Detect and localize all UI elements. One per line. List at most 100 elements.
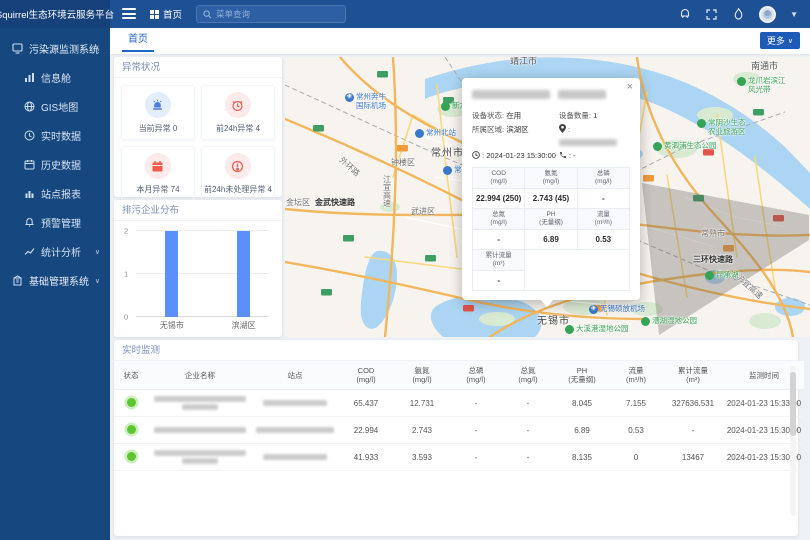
table-row[interactable]: 65.43712.731--8.0457.155327636.5312024-0… [114,390,804,417]
sidebar-label: 基础管理系统 [29,273,89,288]
bar-chart: 012 [136,231,274,317]
bar-滨湖区 [237,231,250,317]
x-tick-label: 无锡市 [160,320,184,331]
cell-value: - [502,444,554,471]
sidebar-label: 信息舱 [41,70,71,85]
status-dot [127,452,136,461]
siren-icon [145,92,171,118]
chevron-down-icon: ∨ [95,248,100,256]
search-icon [203,10,212,19]
clock-icon [472,151,480,159]
device-count: 设备数量: 1 [559,110,630,122]
stat-label: 前24h未处理异常 4 [204,184,272,195]
popup-metrics-table: COD(mg/l) 氨氮(mg/l) 总磷(mg/l) 22.994 (250)… [472,167,630,291]
sidebar-item-history-data[interactable]: 历史数据 [0,150,110,179]
monitor-time: : 2024-01-23 15:30:00 [472,150,559,162]
company-name-redacted [148,417,252,444]
sidebar-label: 统计分析 [41,244,81,259]
calendar-icon [145,153,171,179]
flame-icon[interactable] [732,8,745,21]
column-header: 站点 [252,361,338,390]
fullscreen-icon[interactable] [705,8,718,21]
stat-24h-anomaly[interactable]: 前24h异常 4 [201,85,275,140]
address-redacted: : [559,124,630,148]
bar-无锡市 [165,231,178,317]
cell-value: 22.994 [338,417,394,444]
sidebar-item-pollution-system[interactable]: 污染源监测系统 ∧ [0,34,110,63]
column-header: COD(mg/l) [338,361,394,390]
topbar: Squirrel生态环境云服务平台 首页 ▼ [0,0,810,28]
more-button[interactable]: 更多 ∨ [760,32,800,49]
menu-search[interactable] [196,5,346,23]
sidebar-label: 站点报表 [41,186,81,201]
column-header: 总磷(mg/l) [450,361,502,390]
tab-home[interactable]: 首页 [122,28,154,52]
sidebar-item-realtime-data[interactable]: 实时数据 [0,121,110,150]
table-row[interactable]: 22.9942.743--6.890.53-2024-01-23 15:30:0… [114,417,804,444]
cell-value: - [450,390,502,417]
sidebar-item-info-cabin[interactable]: 信息舱 [0,63,110,92]
sidebar-item-base-system[interactable]: 基础管理系统 ∨ [0,266,110,295]
scrollbar-thumb[interactable] [790,372,796,436]
distribution-panel: 排污企业分布 012 无锡市滨湖区 [114,200,282,337]
search-input[interactable] [216,9,339,19]
column-header: 企业名称 [148,361,252,390]
close-icon[interactable]: × [627,82,633,93]
alarm-clock-icon [225,92,251,118]
region: 所属区域: 滨湖区 [472,124,559,148]
user-chevron-down-icon[interactable]: ▼ [790,10,798,19]
table-row[interactable]: 41.9333.593--8.1350134672024-01-23 15:30… [114,444,804,471]
cell-value: - [450,444,502,471]
sidebar-label: 历史数据 [41,157,81,172]
sidebar-label: GIS地图 [41,99,78,114]
bar-chart-xlabels: 无锡市 滨湖区 [136,320,274,332]
sidebar: 污染源监测系统 ∧ 信息舱 GIS地图 实时数据 历史数据 站点报表 预警管理 [0,28,110,540]
x-tick-label: 滨湖区 [232,320,256,331]
cell-value: 8.045 [554,390,610,417]
cell-value: 2.743 [394,417,450,444]
cell-value: 12.731 [394,390,450,417]
nav-home[interactable]: 首页 [150,0,182,28]
device-status: 设备状态: 在用 [472,110,559,122]
cell-value: 65.437 [338,390,394,417]
brand-logo: Squirrel生态环境云服务平台 [0,0,110,28]
sidebar-item-gis-map[interactable]: GIS地图 [0,92,110,121]
warning-icon [225,153,251,179]
cell-value: 8.135 [554,444,610,471]
sidebar-item-statistics[interactable]: 统计分析 ∨ [0,237,110,266]
column-header: 总氮(mg/l) [502,361,554,390]
monitor-table: 状态企业名称站点COD(mg/l)氨氮(mg/l)总磷(mg/l)总氮(mg/l… [114,361,804,471]
cell-value: 0 [610,444,662,471]
phone: : - [559,150,630,162]
column-header: 氨氮(mg/l) [394,361,450,390]
chevron-down-icon: ∨ [788,37,793,45]
cell-value: 6.89 [554,417,610,444]
alarm-bell-icon[interactable] [678,8,691,21]
station-name-redacted [472,86,630,104]
cell-value: 41.933 [338,444,394,471]
stat-label: 前24h异常 4 [216,123,260,134]
monitor-tbody: 65.43712.731--8.0457.155327636.5312024-0… [114,390,804,471]
column-header: PH(无量纲) [554,361,610,390]
menu-toggle-icon[interactable] [122,8,136,20]
realtime-monitor-title: 实时监测 [114,340,798,361]
cell-value: 0.53 [610,417,662,444]
cell-value: - [502,417,554,444]
cell-value: - [450,417,502,444]
scrollbar-track[interactable] [790,366,796,516]
cell-value: 3.593 [394,444,450,471]
station-popup: × 设备状态: 在用 设备数量: 1 所属区域: 滨湖区 : : 2024-01… [462,78,640,300]
y-tick-label: 0 [124,313,128,322]
site-name-redacted [252,417,338,444]
sidebar-item-station-report[interactable]: 站点报表 [0,179,110,208]
sidebar-label: 实时数据 [41,128,81,143]
cell-value: 327636.531 [662,390,724,417]
sidebar-item-alert-management[interactable]: 预警管理 [0,208,110,237]
stat-current-anomaly[interactable]: 当前异常 0 [121,85,195,140]
y-tick-label: 1 [124,270,128,279]
stat-unhandled-anomaly[interactable]: 前24h未处理异常 4 [201,146,275,201]
avatar[interactable] [759,6,776,23]
status-dot [127,425,136,434]
company-name-redacted [148,444,252,471]
stat-month-anomaly[interactable]: 本月异常 74 [121,146,195,201]
